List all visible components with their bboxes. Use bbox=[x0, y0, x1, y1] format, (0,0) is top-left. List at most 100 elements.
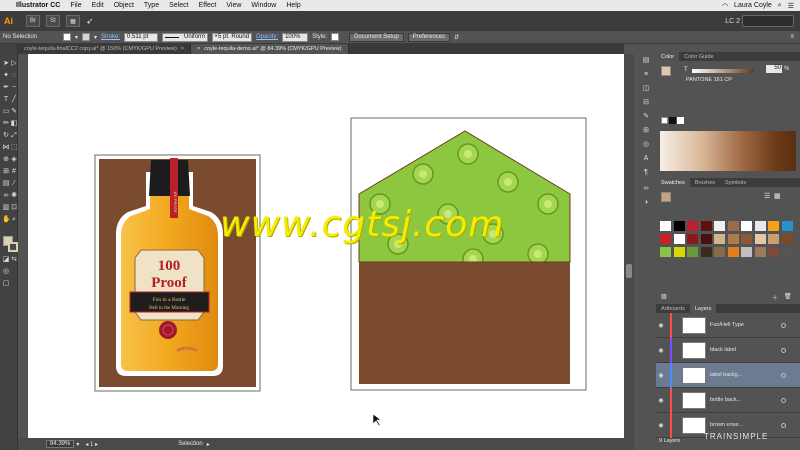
character-panel-icon[interactable]: A bbox=[641, 154, 651, 163]
tab-color-guide[interactable]: Color Guide bbox=[679, 52, 718, 61]
list-icon[interactable]: ☰ bbox=[788, 2, 794, 10]
bottle-artboard[interactable]: 100 PROOF 100 Proof Fun in a Bottle Hell… bbox=[94, 154, 261, 392]
swatch[interactable] bbox=[781, 247, 793, 257]
appearance-panel-icon[interactable]: ◎ bbox=[641, 140, 651, 149]
target-icon[interactable] bbox=[781, 372, 786, 378]
swatch-library-icon[interactable]: ▥ bbox=[661, 293, 667, 300]
shaper-tool-icon[interactable]: ✏ bbox=[2, 120, 10, 128]
layer-row[interactable]: ◉ label backg... bbox=[656, 362, 800, 388]
align-panel-icon[interactable]: ⊟ bbox=[641, 98, 651, 107]
shape-builder-icon[interactable]: ⊕ bbox=[2, 156, 10, 164]
stroke-weight-field[interactable]: 0.511 pt bbox=[124, 32, 159, 42]
default-colors-icon[interactable]: ◪ bbox=[2, 256, 10, 264]
menu-type[interactable]: Type bbox=[144, 2, 159, 9]
search-input[interactable] bbox=[742, 15, 794, 27]
swatch[interactable] bbox=[754, 247, 766, 257]
pen-tool-icon[interactable]: ✒ bbox=[2, 84, 10, 92]
swatch[interactable] bbox=[768, 221, 779, 231]
artboard-tool-icon[interactable]: ⊡ bbox=[10, 204, 18, 212]
layer-row[interactable]: ◉ Fun/Hell Type bbox=[656, 312, 800, 338]
panel-menu-icon[interactable]: ≡ bbox=[790, 34, 794, 40]
menu-object[interactable]: Object bbox=[114, 2, 134, 9]
mesh-tool-icon[interactable]: # bbox=[10, 168, 18, 176]
swatch[interactable] bbox=[660, 247, 671, 257]
rotate-tool-icon[interactable]: ↻ bbox=[2, 132, 10, 140]
swatch[interactable] bbox=[781, 221, 793, 231]
vertical-scrollbar[interactable] bbox=[624, 54, 634, 438]
swatch[interactable] bbox=[741, 234, 752, 244]
tab-coyle-demo[interactable]: × coyle-tequila-demo.ai* @ 84.39% (CMYK/… bbox=[191, 44, 349, 54]
workspace-switcher[interactable]: LC 2 bbox=[725, 18, 740, 25]
symbol-sprayer-icon[interactable]: ✺ bbox=[10, 192, 18, 200]
pathfinder-panel-icon[interactable]: ⊞ bbox=[641, 126, 651, 135]
magic-wand-icon[interactable]: ✦ bbox=[2, 72, 10, 80]
swatch-fill-preview[interactable] bbox=[661, 192, 671, 202]
close-icon[interactable]: × bbox=[197, 46, 200, 52]
menu-window[interactable]: Window bbox=[251, 2, 276, 9]
swatch[interactable] bbox=[660, 234, 671, 244]
arrange-documents-button[interactable]: ▦ bbox=[66, 15, 80, 27]
color-fill-preview[interactable] bbox=[661, 66, 671, 76]
swatch[interactable] bbox=[741, 247, 752, 257]
white-swatch-small[interactable] bbox=[677, 117, 684, 124]
swatch[interactable] bbox=[687, 234, 698, 244]
tab-artboards[interactable]: Artboards bbox=[656, 304, 690, 313]
opacity-field[interactable]: 100% bbox=[282, 32, 309, 42]
document-setup-button[interactable]: Document Setup bbox=[349, 32, 404, 42]
eye-icon[interactable]: ◉ bbox=[656, 422, 666, 429]
draw-mode-icon[interactable]: ◎ bbox=[2, 268, 10, 276]
perspective-grid-icon[interactable]: ⊞ bbox=[2, 168, 10, 176]
menu-select[interactable]: Select bbox=[169, 2, 188, 9]
swatch[interactable] bbox=[768, 234, 779, 244]
stroke-color-well[interactable] bbox=[8, 242, 18, 252]
swatch[interactable] bbox=[660, 221, 671, 231]
target-icon[interactable] bbox=[781, 322, 786, 328]
arrange-icon[interactable]: ⇵ bbox=[454, 34, 459, 41]
selection-tool-icon[interactable]: ➤ bbox=[2, 60, 10, 68]
artboard-nav-icon[interactable]: ◂ 1 ▸ bbox=[85, 441, 98, 448]
preferences-button[interactable]: Preferences bbox=[407, 32, 451, 42]
eye-icon[interactable]: ◉ bbox=[656, 347, 666, 354]
menu-file[interactable]: File bbox=[70, 2, 81, 9]
paragraph-panel-icon[interactable]: ¶ bbox=[641, 168, 651, 177]
eye-icon[interactable]: ◉ bbox=[656, 397, 666, 404]
artboards-panel-icon[interactable]: ▤ bbox=[641, 56, 651, 65]
brushes-panel-icon[interactable]: ✎ bbox=[641, 112, 651, 121]
target-icon[interactable] bbox=[781, 397, 786, 403]
swatch[interactable] bbox=[754, 234, 766, 244]
status-tool[interactable]: Selection bbox=[178, 441, 203, 447]
zoom-field[interactable]: 84.39% bbox=[46, 440, 75, 448]
menu-edit[interactable]: Edit bbox=[92, 2, 104, 9]
width-tool-icon[interactable]: ⋈ bbox=[2, 144, 10, 152]
curvature-tool-icon[interactable]: ~ bbox=[10, 84, 18, 92]
eraser-icon[interactable]: ◧ bbox=[10, 120, 18, 128]
wifi-icon[interactable]: ◠ bbox=[722, 2, 728, 10]
swatch[interactable] bbox=[700, 234, 712, 244]
chevron-right-icon[interactable]: ▸ bbox=[207, 441, 210, 448]
live-paint-icon[interactable]: ◈ bbox=[10, 156, 18, 164]
swatch[interactable] bbox=[700, 221, 712, 231]
zoom-tool-icon[interactable]: ⌕ bbox=[10, 216, 18, 224]
tab-color[interactable]: Color bbox=[656, 52, 680, 61]
brush-definition[interactable]: • 5 pt. Round bbox=[212, 32, 253, 42]
target-icon[interactable] bbox=[781, 422, 786, 428]
graphic-style-swatch[interactable] bbox=[331, 33, 340, 41]
tint-value-field[interactable]: 50 bbox=[766, 65, 782, 73]
tint-ramp[interactable] bbox=[660, 131, 796, 171]
swatch[interactable] bbox=[714, 221, 725, 231]
target-icon[interactable] bbox=[781, 347, 786, 353]
swatch[interactable] bbox=[741, 221, 752, 231]
stroke-swatch[interactable] bbox=[82, 33, 91, 41]
tab-symbols[interactable]: Symbols bbox=[720, 178, 751, 187]
none-swatch[interactable] bbox=[661, 117, 668, 124]
swatch[interactable] bbox=[700, 247, 712, 257]
fill-swatch[interactable] bbox=[63, 33, 71, 41]
hand-tool-icon[interactable]: ✋ bbox=[2, 216, 11, 224]
app-menu[interactable]: Illustrator CC bbox=[16, 2, 60, 9]
links-panel-icon[interactable]: ∞ bbox=[641, 184, 651, 193]
swatch-view-list-icon[interactable]: ☰ bbox=[764, 192, 770, 200]
layer-row[interactable]: ◉ bottle back... bbox=[656, 387, 800, 413]
graphic-styles-icon[interactable]: ◑ bbox=[641, 198, 651, 207]
swatch[interactable] bbox=[687, 221, 698, 231]
swatch[interactable] bbox=[727, 234, 739, 244]
